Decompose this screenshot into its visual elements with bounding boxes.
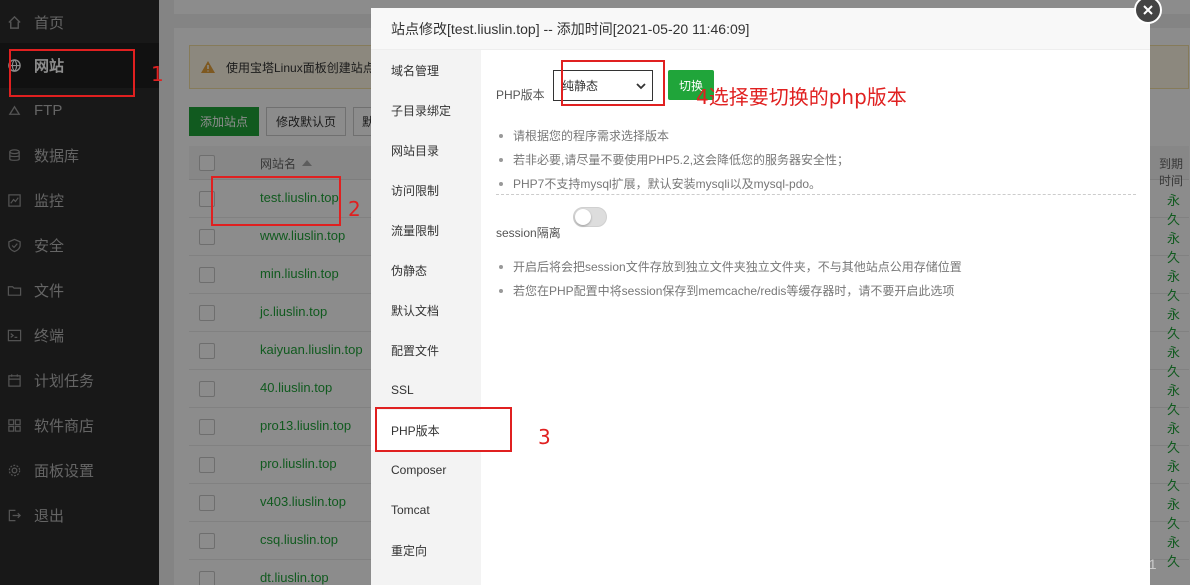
annotation-step3: 3	[538, 425, 551, 449]
tab-composer[interactable]: Composer	[371, 450, 481, 490]
annotation-step4: 4选择要切换的php版本	[696, 85, 907, 109]
session-tip: 开启后将会把session文件存放到独立文件夹独立文件夹，不与其他站点公用存储位…	[496, 255, 962, 279]
tab-traffic-limit[interactable]: 流量限制	[371, 210, 481, 250]
modal-tab-list: 域名管理 子目录绑定 网站目录 访问限制 流量限制 伪静态 默认文档 配置文件 …	[371, 50, 481, 585]
watermark: https://blog.csdn.net/fate_sky8521	[944, 556, 1157, 572]
annotation-step2: 2	[348, 197, 361, 221]
php-version-label: PHP版本	[496, 88, 545, 102]
close-icon	[1143, 5, 1153, 15]
php-tip: PHP7不支持mysql扩展，默认安装mysqli以及mysql-pdo。	[496, 172, 849, 196]
tab-domain[interactable]: 域名管理	[371, 50, 481, 90]
annotation-box-step1	[9, 49, 135, 97]
php-tips: 请根据您的程序需求选择版本 若非必要,请尽量不要使用PHP5.2,这会降低您的服…	[496, 124, 849, 196]
tab-rewrite[interactable]: 伪静态	[371, 250, 481, 290]
tab-access-limit[interactable]: 访问限制	[371, 170, 481, 210]
modal-header: 站点修改[test.liuslin.top] -- 添加时间[2021-05-2…	[371, 8, 1150, 50]
tab-tomcat[interactable]: Tomcat	[371, 490, 481, 530]
session-isolation-toggle[interactable]	[573, 207, 607, 227]
annotation-box-step4	[561, 60, 665, 106]
tab-ssl[interactable]: SSL	[371, 370, 481, 410]
annotation-box-step2	[211, 176, 341, 226]
session-isolation-label: session隔离	[496, 226, 561, 240]
session-tip: 若您在PHP配置中将session保存到memcache/redis等缓存器时，…	[496, 279, 962, 303]
session-tips: 开启后将会把session文件存放到独立文件夹独立文件夹，不与其他站点公用存储位…	[496, 255, 962, 303]
tab-site-directory[interactable]: 网站目录	[371, 130, 481, 170]
tab-subdir-binding[interactable]: 子目录绑定	[371, 90, 481, 130]
toggle-knob	[575, 209, 591, 225]
tab-config-file[interactable]: 配置文件	[371, 330, 481, 370]
tab-redirect[interactable]: 重定向	[371, 530, 481, 570]
annotation-box-step3	[375, 407, 512, 452]
php-tip: 请根据您的程序需求选择版本	[496, 124, 849, 148]
annotation-step1: 1	[151, 62, 164, 86]
section-divider	[496, 194, 1136, 195]
modal-title: 站点修改[test.liuslin.top] -- 添加时间[2021-05-2…	[391, 20, 750, 37]
tab-default-doc[interactable]: 默认文档	[371, 290, 481, 330]
php-version-panel: PHP版本 纯静态 切换 请根据您的程序需求选择版本 若非必要,请尽量不要使用P…	[481, 50, 1150, 585]
php-tip: 若非必要,请尽量不要使用PHP5.2,这会降低您的服务器安全性；	[496, 148, 849, 172]
